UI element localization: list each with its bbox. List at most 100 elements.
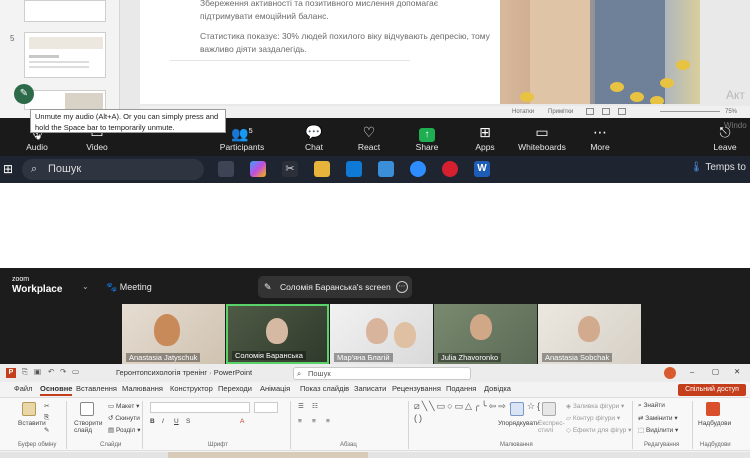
slide-thumbnail[interactable] xyxy=(24,0,106,22)
copy-icon[interactable]: ⎘ xyxy=(44,414,49,422)
arrange-button[interactable]: Упорядкувати xyxy=(498,420,539,427)
tab-home[interactable]: Основне xyxy=(40,384,73,396)
weather-widget[interactable]: 🌡 Temps to xyxy=(690,162,746,173)
font-color-button[interactable]: A xyxy=(240,418,244,425)
notes-button[interactable]: Нотатки xyxy=(512,109,534,115)
task-view-icon[interactable] xyxy=(218,161,234,177)
tab-draw[interactable]: Малювання xyxy=(122,384,163,393)
shape-effects-button[interactable]: ◇ Ефекти для фігур ▾ xyxy=(566,426,631,434)
windows-start-icon[interactable]: ⊞ xyxy=(3,162,17,176)
minimize-icon[interactable]: – xyxy=(690,367,694,376)
react-button[interactable]: ♡ React xyxy=(352,118,386,156)
avatar[interactable] xyxy=(664,367,676,379)
word-icon[interactable]: W xyxy=(474,161,490,177)
numbering-icon[interactable]: ☷ xyxy=(312,402,318,410)
section-button[interactable]: ▤ Розділ ▾ xyxy=(108,426,141,434)
file-explorer-icon[interactable] xyxy=(314,161,330,177)
slide-thumbnail[interactable] xyxy=(24,32,106,78)
more-button[interactable]: ⋯ More xyxy=(584,118,616,156)
apps-icon: ⊞ xyxy=(479,124,491,140)
tab-record[interactable]: Записати xyxy=(354,384,386,393)
windows-watermark: Windo xyxy=(724,121,747,130)
tab-animations[interactable]: Анімація xyxy=(260,384,290,393)
align-right-icon[interactable]: ≡ xyxy=(326,418,330,425)
tab-help[interactable]: Довідка xyxy=(484,384,511,393)
maximize-icon[interactable]: ▢ xyxy=(712,367,719,376)
store-icon[interactable] xyxy=(378,161,394,177)
new-slide-button[interactable]: Створити слайд xyxy=(74,420,103,434)
tab-design[interactable]: Конструктор xyxy=(170,384,213,393)
slide-text-1: Збереження активності та позитивного мис… xyxy=(200,0,439,21)
shape-outline-button[interactable]: ▱ Контур фігури ▾ xyxy=(566,414,620,422)
tab-transitions[interactable]: Переходи xyxy=(218,384,252,393)
comments-button[interactable]: Примітки xyxy=(548,109,573,115)
align-center-icon[interactable]: ≡ xyxy=(312,418,316,425)
tab-insert[interactable]: Вставлення xyxy=(76,384,117,393)
zoom-slider[interactable] xyxy=(660,111,720,112)
reading-view-icon[interactable] xyxy=(618,108,626,115)
powerpoint-search[interactable]: ⌕ Пошук xyxy=(293,367,471,380)
undo-icon[interactable]: ↶ xyxy=(48,367,54,376)
find-button[interactable]: ⌕ Знайти xyxy=(638,402,665,410)
tab-file[interactable]: Файл xyxy=(14,384,32,393)
taskbar-search[interactable]: ⌕ Пошук xyxy=(22,159,204,180)
thermometer-icon: 🌡 xyxy=(690,162,703,173)
layout-button[interactable]: ▭ Макет ▾ xyxy=(108,402,139,410)
tab-view[interactable]: Подання xyxy=(446,384,476,393)
shape-fill-button[interactable]: ◈ Заливка фігури ▾ xyxy=(566,402,624,410)
copilot-icon[interactable] xyxy=(250,161,266,177)
slide-number: 5 xyxy=(10,34,15,43)
participant-tile[interactable]: Anastasia Jatyschuk xyxy=(122,304,225,364)
windows-taskbar: ⊞ ⌕ Пошук ✂ W 🌡 Temps to xyxy=(0,156,750,183)
select-button[interactable]: ⬚ Виділити ▾ xyxy=(638,426,678,434)
font-size-select[interactable] xyxy=(254,402,278,413)
underline-button[interactable]: U xyxy=(174,418,179,425)
format-painter-icon[interactable]: ✎ xyxy=(44,426,49,434)
edge-icon[interactable] xyxy=(346,161,362,177)
options-icon[interactable]: ⋯ xyxy=(396,281,408,293)
bullets-icon[interactable]: ☰ xyxy=(298,402,304,410)
slideshow-icon[interactable]: ▭ xyxy=(72,367,79,376)
paste-button[interactable]: Вставити xyxy=(18,420,46,427)
zoom-app-icon[interactable] xyxy=(410,161,426,177)
chat-button[interactable]: 💬 Chat xyxy=(298,118,330,156)
shapes-gallery[interactable]: ⧄╲╲▭○▭△╭╰⇦⇨⇧⇩☆{}() xyxy=(414,400,545,436)
replace-button[interactable]: ⇄ Замінити ▾ xyxy=(638,414,678,422)
share-button[interactable]: ↑ Share xyxy=(410,118,444,156)
whiteboards-button[interactable]: ▭ Whiteboards xyxy=(516,118,568,156)
participant-tile[interactable]: Julia Zhavoronko xyxy=(434,304,537,364)
ribbon-separator xyxy=(692,401,693,449)
cut-icon[interactable]: ✂ xyxy=(44,402,49,410)
close-icon[interactable]: ✕ xyxy=(734,367,740,376)
meeting-info[interactable]: 🐾 Meeting xyxy=(106,282,152,293)
addins-button[interactable]: Надбудови xyxy=(698,420,731,427)
participant-tile-active-speaker[interactable]: Соломія Баранська xyxy=(226,304,329,364)
pen-icon[interactable]: ✎ xyxy=(14,84,34,104)
save-icon[interactable]: ▣ xyxy=(34,367,41,376)
italic-button[interactable]: I xyxy=(162,418,164,425)
chevron-down-icon[interactable]: ⌄ xyxy=(82,282,89,291)
opera-icon[interactable] xyxy=(442,161,458,177)
slide-thumbnails-pane[interactable]: 5 ✎ xyxy=(0,0,120,118)
redo-icon[interactable]: ↷ xyxy=(60,367,66,376)
tab-slideshow[interactable]: Показ слайдів xyxy=(300,384,349,393)
tab-review[interactable]: Рецензування xyxy=(392,384,441,393)
sorter-view-icon[interactable] xyxy=(602,108,610,115)
bold-button[interactable]: B xyxy=(150,418,155,425)
share-access-button[interactable]: Спільний доступ xyxy=(678,384,746,396)
apps-button[interactable]: ⊞ Apps xyxy=(468,118,502,156)
normal-view-icon[interactable] xyxy=(586,108,594,115)
participant-tile[interactable]: Anastasia Sobchak xyxy=(538,304,641,364)
align-left-icon[interactable]: ≡ xyxy=(298,418,302,425)
autosave-icon[interactable]: ⎘ xyxy=(22,367,28,377)
reset-button[interactable]: ↺ Скинути xyxy=(108,414,140,422)
participant-tile[interactable]: Мар'яна Благій xyxy=(330,304,433,364)
quick-styles-button[interactable]: Експрес-стилі xyxy=(538,420,565,434)
slide-thumbnail[interactable] xyxy=(24,90,106,110)
screen-share-indicator[interactable]: ✎ Соломія Баранська's screen ⋯ xyxy=(258,276,412,298)
widgets-icon[interactable]: ✂ xyxy=(282,161,298,177)
font-name-select[interactable] xyxy=(150,402,250,413)
zoom-level[interactable]: 75% xyxy=(725,109,737,115)
slide-decor-line xyxy=(170,60,410,100)
strikethrough-button[interactable]: S xyxy=(186,418,190,425)
